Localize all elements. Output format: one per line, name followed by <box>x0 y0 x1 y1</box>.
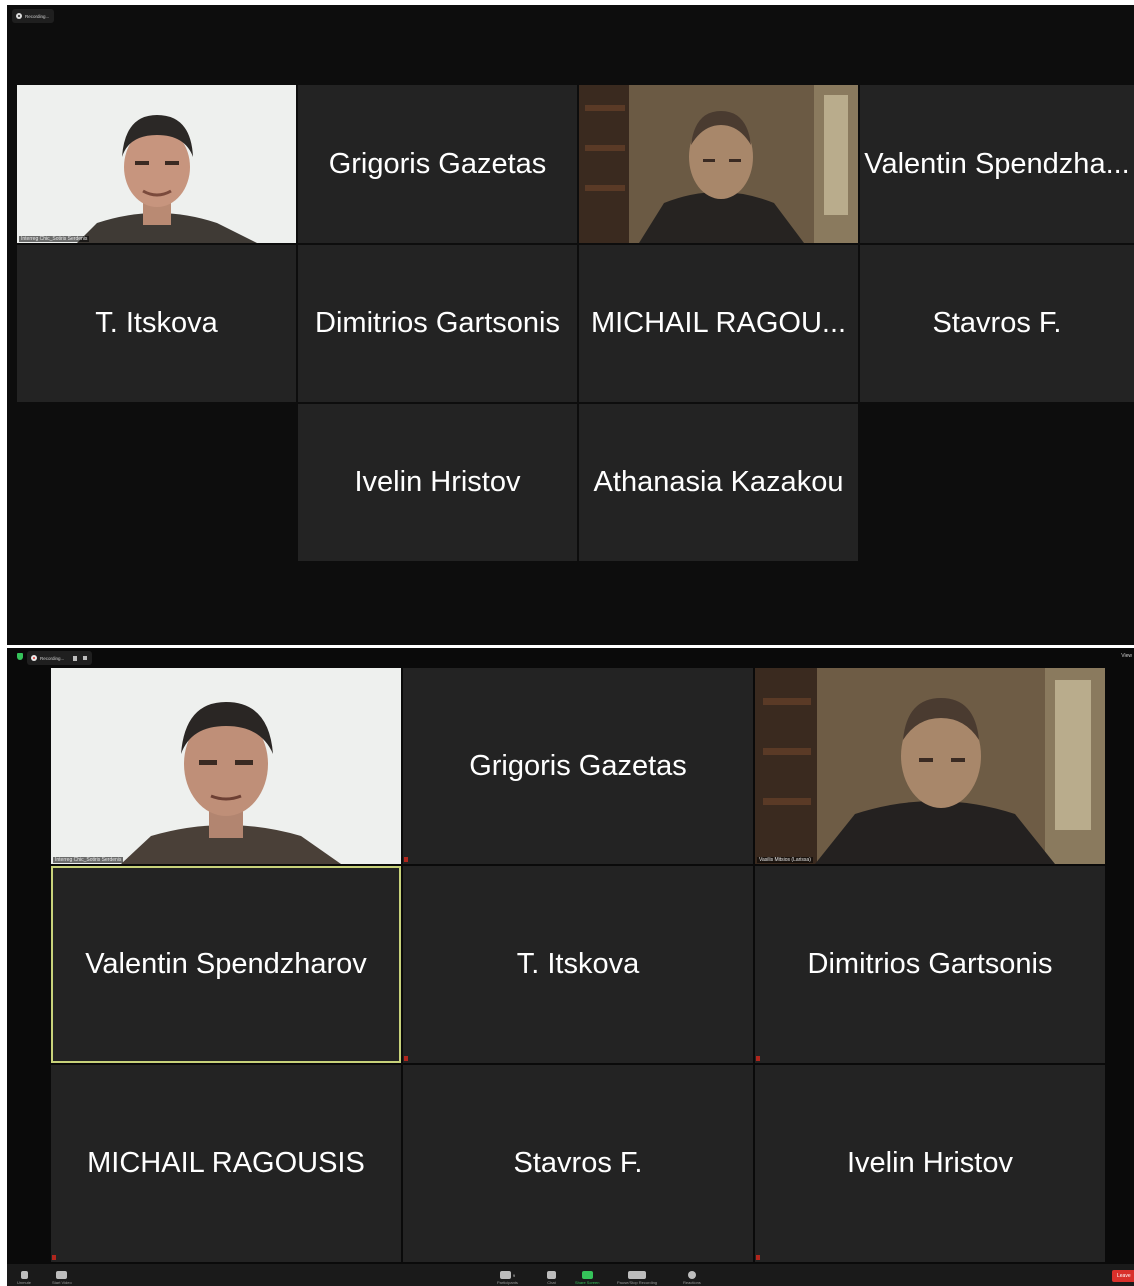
tile-kazakou[interactable]: Athanasia Kazakou <box>579 404 858 561</box>
participants-icon-group: 9 <box>499 1271 516 1279</box>
start-video-button[interactable]: Start Video <box>52 1271 72 1285</box>
tile-hristov[interactable]: Ivelin Hristov <box>755 1065 1105 1262</box>
tile-ragousis[interactable]: MICHAIL RAGOUSIS <box>51 1065 401 1262</box>
video-off-icon <box>56 1271 68 1279</box>
tile-stavros[interactable]: Stavros F. <box>860 245 1134 402</box>
recording-label: Recording... <box>40 655 65 661</box>
tile-itskova[interactable]: T. Itskova <box>17 245 296 402</box>
participant-video <box>579 85 858 243</box>
participant-name: Athanasia Kazakou <box>593 466 844 498</box>
participant-caption: Interreg Chic_Sotiris Serdenis <box>19 236 90 242</box>
chat-label: Chat <box>547 1280 556 1285</box>
reactions-button[interactable]: Reactions <box>683 1271 701 1285</box>
chat-button[interactable]: Chat <box>547 1271 556 1285</box>
recording-indicator[interactable]: Recording... <box>27 651 93 665</box>
reactions-label: Reactions <box>683 1280 701 1285</box>
tile-valentin[interactable]: Valentin Spendzharov <box>51 866 401 1063</box>
participant-name: T. Itskova <box>95 307 218 339</box>
unmute-label: Unmute <box>17 1280 32 1285</box>
tile-ragousis[interactable]: MICHAIL RAGOU... <box>579 245 858 402</box>
security-shield-icon[interactable] <box>17 653 23 660</box>
unmute-button[interactable]: Unmute <box>17 1271 31 1285</box>
tile-gartsonis[interactable]: Dimitrios Gartsonis <box>298 245 577 402</box>
participant-name: Ivelin Hristov <box>354 466 521 498</box>
participant-name: Ivelin Hristov <box>847 1147 1013 1179</box>
participants-button[interactable]: 9 Participants <box>497 1271 518 1285</box>
participant-name: Dimitrios Gartsonis <box>807 948 1053 980</box>
pause-icon[interactable] <box>73 655 78 661</box>
pause-stop-recording-button[interactable]: Pause/Stop Recording <box>617 1271 657 1285</box>
participant-name: Stavros F. <box>513 1147 643 1179</box>
meeting-toolbar: Unmute Start Video 9 Participants Chat S… <box>7 1264 1134 1286</box>
chat-icon <box>547 1271 556 1279</box>
muted-icon <box>52 1255 56 1260</box>
tile-stavros[interactable]: Stavros F. <box>403 1065 753 1262</box>
participant-name: Grigoris Gazetas <box>469 749 687 782</box>
meeting-window-bottom: Recording... View Interreg Chic_Sotiris … <box>7 648 1134 1286</box>
recording-label: Recording... <box>25 13 50 19</box>
tile-hristov[interactable]: Ivelin Hristov <box>298 404 577 561</box>
participant-name: MICHAIL RAGOU... <box>590 307 847 339</box>
muted-icon <box>404 1056 408 1061</box>
participant-name: T. Itskova <box>516 948 640 980</box>
muted-icon <box>756 1255 760 1260</box>
participant-caption: Vasilis Mitsios (Larissa) <box>757 857 813 863</box>
video-tile-vasilis[interactable] <box>579 85 858 243</box>
leave-button[interactable]: Leave <box>1112 1270 1134 1282</box>
pause-stop-recording-label: Pause/Stop Recording <box>617 1280 658 1285</box>
share-screen-label: Share Screen <box>575 1280 600 1285</box>
participant-video <box>51 668 401 864</box>
participants-count: 9 <box>512 1272 516 1278</box>
participant-name: Valentin Spendzha... <box>864 147 1130 180</box>
video-tile-sotiris[interactable]: Interreg Chic_Sotiris Serdenis <box>17 85 296 243</box>
muted-icon <box>756 1056 760 1061</box>
view-button[interactable]: View <box>1121 653 1132 659</box>
stop-icon[interactable] <box>83 656 88 660</box>
tile-valentin[interactable]: Valentin Spendzha... <box>860 85 1134 243</box>
participant-name: Grigoris Gazetas <box>328 147 547 180</box>
tile-grigoris[interactable]: Grigoris Gazetas <box>403 668 753 864</box>
video-tile-vasilis[interactable]: Vasilis Mitsios (Larissa) <box>755 668 1105 864</box>
meeting-window-top: Recording... Interreg Chic_Sotiris Serde… <box>7 5 1134 645</box>
participant-name: Dimitrios Gartsonis <box>315 307 560 339</box>
share-screen-icon <box>581 1271 593 1279</box>
microphone-muted-icon <box>20 1271 28 1279</box>
muted-icon <box>404 857 408 862</box>
start-video-label: Start Video <box>52 1280 72 1285</box>
participant-name: MICHAIL RAGOUSIS <box>87 1147 365 1179</box>
participant-name: Valentin Spendzharov <box>85 948 367 980</box>
tile-grigoris[interactable]: Grigoris Gazetas <box>298 85 577 243</box>
participants-icon <box>499 1271 511 1279</box>
pause-stop-icon <box>628 1271 647 1279</box>
recording-indicator[interactable]: Recording... <box>12 9 55 23</box>
tile-itskova[interactable]: T. Itskova <box>403 866 753 1063</box>
participant-caption: Interreg Chic_Sotiris Serdenis <box>53 857 124 863</box>
recording-icon <box>16 13 22 19</box>
tile-gartsonis[interactable]: Dimitrios Gartsonis <box>755 866 1105 1063</box>
share-screen-button[interactable]: Share Screen <box>575 1271 599 1285</box>
reactions-icon <box>687 1271 696 1279</box>
participants-label: Participants <box>497 1280 518 1285</box>
participant-video <box>755 668 1105 864</box>
video-tile-sotiris[interactable]: Interreg Chic_Sotiris Serdenis <box>51 668 401 864</box>
recording-icon <box>31 655 37 661</box>
participant-video <box>17 85 296 243</box>
participant-name: Stavros F. <box>932 307 1062 339</box>
